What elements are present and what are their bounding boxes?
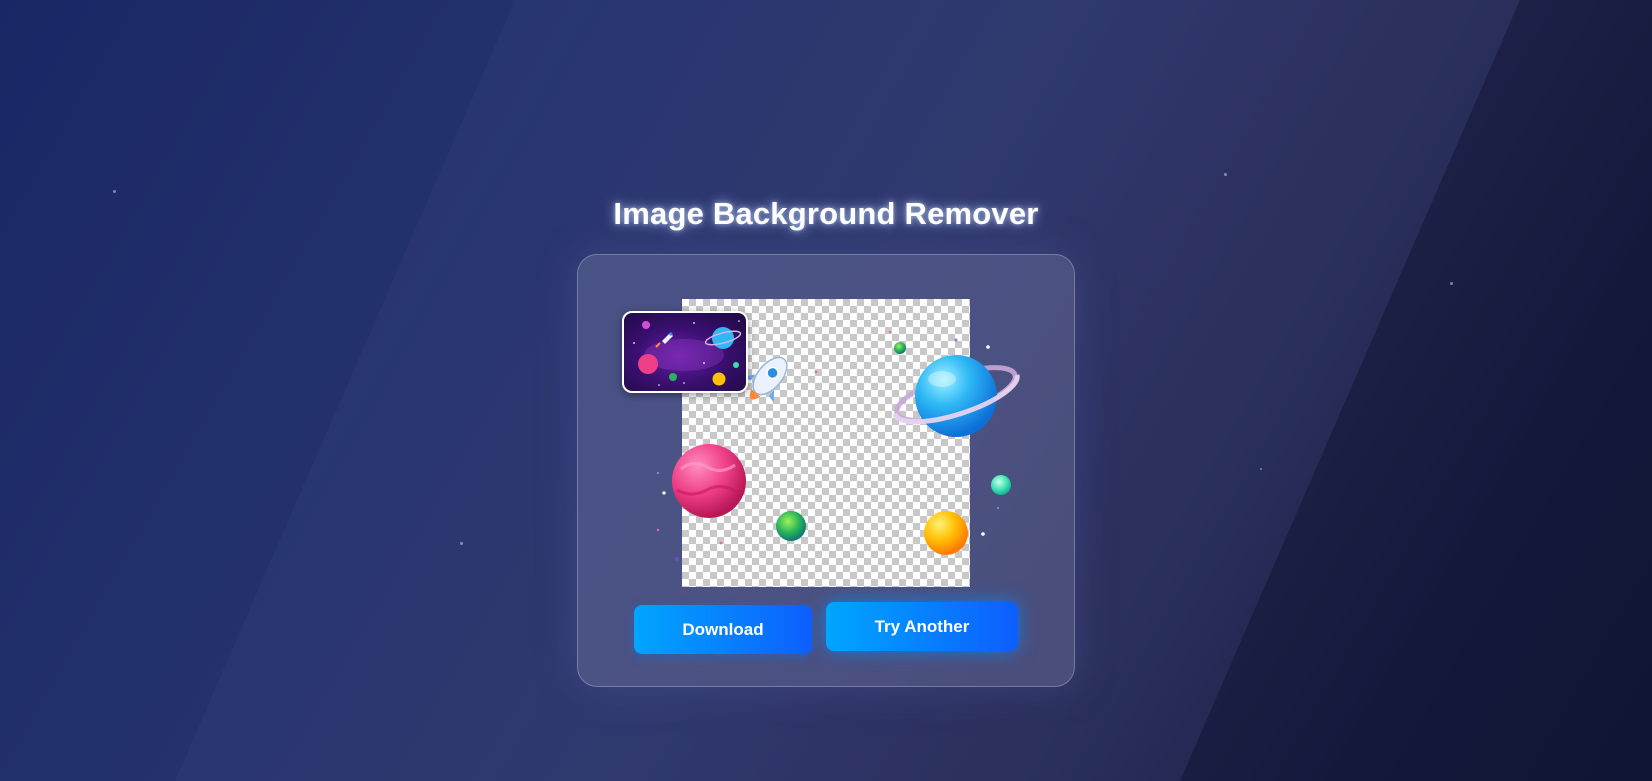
star-decoration [113, 190, 116, 193]
star-decoration [1450, 282, 1453, 285]
page-title: Image Background Remover [613, 196, 1039, 231]
star-decoration [1260, 468, 1262, 470]
original-image-thumbnail[interactable] [622, 311, 748, 393]
space-thumbnail-icon [633, 320, 742, 386]
yellow-planet [924, 511, 968, 555]
pink-planet [672, 444, 746, 518]
small-planet [894, 342, 906, 354]
mint-planet [991, 475, 1011, 495]
green-planet [776, 511, 806, 541]
ringed-planet [892, 355, 1020, 437]
try-another-button[interactable]: Try Another [826, 602, 1018, 651]
star-decoration [1224, 173, 1227, 176]
star-decoration [460, 542, 463, 545]
download-button[interactable]: Download [634, 605, 812, 654]
